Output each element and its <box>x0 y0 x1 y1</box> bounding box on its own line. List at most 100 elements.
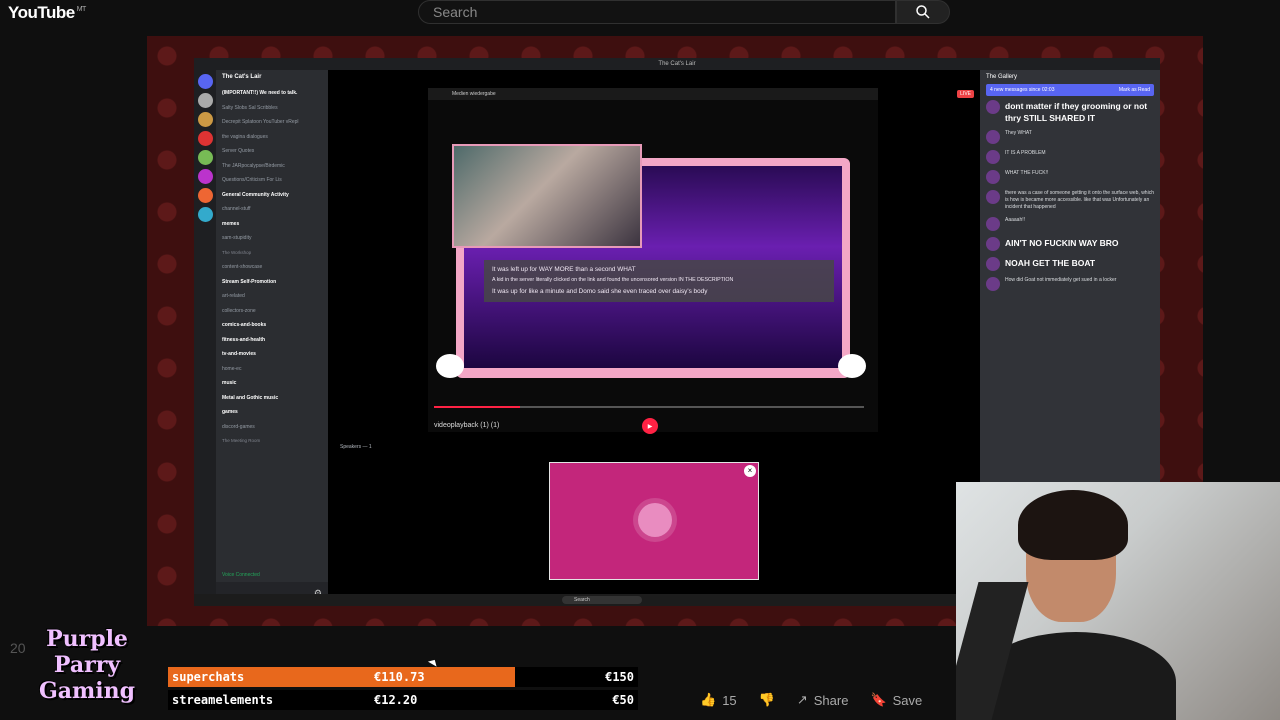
chat-message[interactable]: They WHAT <box>986 130 1154 144</box>
avatar[interactable] <box>986 217 1000 231</box>
avatar[interactable] <box>986 170 1000 184</box>
voice-status[interactable]: Voice Connected <box>216 570 328 580</box>
logo-line: Parry <box>53 652 121 678</box>
save-button[interactable]: 🔖 Save <box>870 692 922 708</box>
channel-category[interactable]: The Workshop <box>222 246 322 261</box>
goal-target: €150 <box>605 670 634 684</box>
avatar[interactable] <box>986 257 1000 271</box>
message-text: IT IS A PROBLEM <box>1005 150 1046 156</box>
new-messages-bar[interactable]: 4 new messages since 02:03 Mark as Read <box>986 84 1154 96</box>
channel-item[interactable]: channel-stuff <box>222 202 322 217</box>
message-text: WHAT THE FUCK!! <box>1005 170 1049 176</box>
server-icon[interactable] <box>197 93 213 108</box>
avatar[interactable] <box>986 150 1000 164</box>
avatar[interactable] <box>986 130 1000 144</box>
streamer-hair <box>1018 490 1128 560</box>
streamer-webcam <box>956 482 1280 720</box>
share-label: Share <box>813 692 849 708</box>
channel-item[interactable]: comics-and-books <box>222 318 322 333</box>
share-button[interactable]: ↗ Share <box>797 692 849 708</box>
message-text: AIN'T NO FUCKIN WAY BRO <box>1005 238 1119 248</box>
play-button[interactable]: ▶ <box>642 418 658 434</box>
live-badge: LIVE <box>957 90 974 98</box>
channel-item[interactable]: sam-stupidity <box>222 231 322 246</box>
channel-item[interactable]: the vagina dialogues <box>222 130 322 145</box>
channel-item[interactable]: tv-and-movies <box>222 347 322 362</box>
goal-superchats: superchats €110.73 €150 <box>168 667 638 687</box>
media-player[interactable]: It was left up for WAY MORE than a secon… <box>428 100 878 434</box>
chat-message[interactable]: there was a case of someone getting it o… <box>986 190 1154 211</box>
chat-message[interactable]: WHAT THE FUCK!! <box>986 170 1154 184</box>
channel-item[interactable]: memes <box>222 217 322 232</box>
chat-channel: The Gallery <box>986 74 1018 80</box>
like-button[interactable]: 👍 15 <box>700 692 737 708</box>
channel-item[interactable]: art-related <box>222 289 322 304</box>
like-count: 15 <box>722 692 737 708</box>
avatar[interactable] <box>986 190 1000 204</box>
stream-frame: It was left up for WAY MORE than a secon… <box>436 144 866 378</box>
chat-message[interactable]: NOAH GET THE BOAT <box>986 257 1154 271</box>
channel-item[interactable]: Stream Self-Promotion <box>222 275 322 290</box>
seek-bar[interactable] <box>434 406 864 408</box>
avatar <box>638 503 672 537</box>
channel-item[interactable]: games <box>222 405 322 420</box>
avatar[interactable] <box>986 100 1000 114</box>
channel-list: The Cat's Lair (IMPORTANT!!) We need to … <box>216 70 328 606</box>
search-icon <box>916 5 930 19</box>
goal-streamelements: streamelements €12.20 €50 <box>168 690 638 710</box>
goal-current: €110.73 <box>374 670 425 684</box>
channel-item[interactable]: General Community Activity <box>222 188 322 203</box>
channel-item[interactable]: Metal and Gothic music <box>222 391 322 406</box>
channel-item[interactable]: Server Quotes <box>222 144 322 159</box>
channel-item[interactable]: Decrepit Splatoon YouTuber vRepl <box>222 115 322 130</box>
channel-item[interactable]: collectors-zone <box>222 304 322 319</box>
server-icon[interactable] <box>197 188 213 203</box>
chat-message[interactable]: Aaaaah!! <box>986 217 1154 231</box>
channel-item[interactable]: home-ec <box>222 362 322 377</box>
voice-tile[interactable]: × <box>549 462 759 580</box>
channel-category[interactable]: The Meeting Room <box>222 434 322 449</box>
youtube-logo[interactable]: YouTube MT <box>8 3 86 23</box>
video-name: videoplayback (1) (1) <box>434 422 500 429</box>
chat-message[interactable]: dont matter if they grooming or not thry… <box>986 100 1154 124</box>
server-icon[interactable] <box>197 131 213 146</box>
chat-line: It was left up for WAY MORE than a secon… <box>492 266 636 273</box>
avatar[interactable] <box>986 277 1000 291</box>
message-text: NOAH GET THE BOAT <box>1005 258 1096 268</box>
search-input[interactable]: Search <box>418 0 896 24</box>
channel-item[interactable]: Questions/Criticism For Lis <box>222 173 322 188</box>
channel-item[interactable]: content-showcase <box>222 260 322 275</box>
dislike-button[interactable]: 👎 <box>759 692 775 708</box>
server-icon[interactable] <box>197 74 213 89</box>
server-icon[interactable] <box>197 150 213 165</box>
new-messages-text: 4 new messages since 02:03 <box>990 87 1055 93</box>
speakers-label[interactable]: Speakers — 1 <box>340 444 372 450</box>
server-icon[interactable] <box>197 169 213 184</box>
play-icon: ▶ <box>647 423 653 430</box>
channel-item[interactable]: discord-games <box>222 420 322 435</box>
channel-item[interactable]: The JARpocalypse/Birdemic <box>222 159 322 174</box>
avatar[interactable] <box>986 237 1000 251</box>
taskbar-search[interactable]: Search <box>562 596 642 604</box>
channel-item[interactable]: music <box>222 376 322 391</box>
server-icon[interactable] <box>197 112 213 127</box>
message-text: dont matter if they grooming or not thry… <box>1005 101 1148 123</box>
mark-read-button[interactable]: Mark as Read <box>1119 84 1150 96</box>
close-icon[interactable]: × <box>744 465 756 477</box>
chat-message[interactable]: IT IS A PROBLEM <box>986 150 1154 164</box>
seek-progress <box>434 406 520 408</box>
chat-message[interactable]: AIN'T NO FUCKIN WAY BRO <box>986 237 1154 251</box>
channel-item[interactable]: fitness-and-health <box>222 333 322 348</box>
mouse-cursor <box>427 657 440 667</box>
server-name[interactable]: The Cat's Lair <box>222 74 322 80</box>
channel-item[interactable]: (IMPORTANT!!) We need to talk. <box>222 86 322 101</box>
chat-message[interactable]: How did Goat not immediately get sued in… <box>986 277 1154 291</box>
channel-item[interactable]: Salty Slobs Sal Scribbles <box>222 101 322 116</box>
server-rail <box>194 70 216 560</box>
stream-stage: Medien wiedergabe LIVE It was left up fo… <box>328 70 980 594</box>
search-button[interactable] <box>896 0 950 24</box>
youtube-header: YouTube MT Search <box>0 0 1280 36</box>
server-icon[interactable] <box>197 207 213 222</box>
goal-name: superchats <box>172 670 245 684</box>
message-text: How did Goat not immediately get sued in… <box>1005 277 1117 283</box>
